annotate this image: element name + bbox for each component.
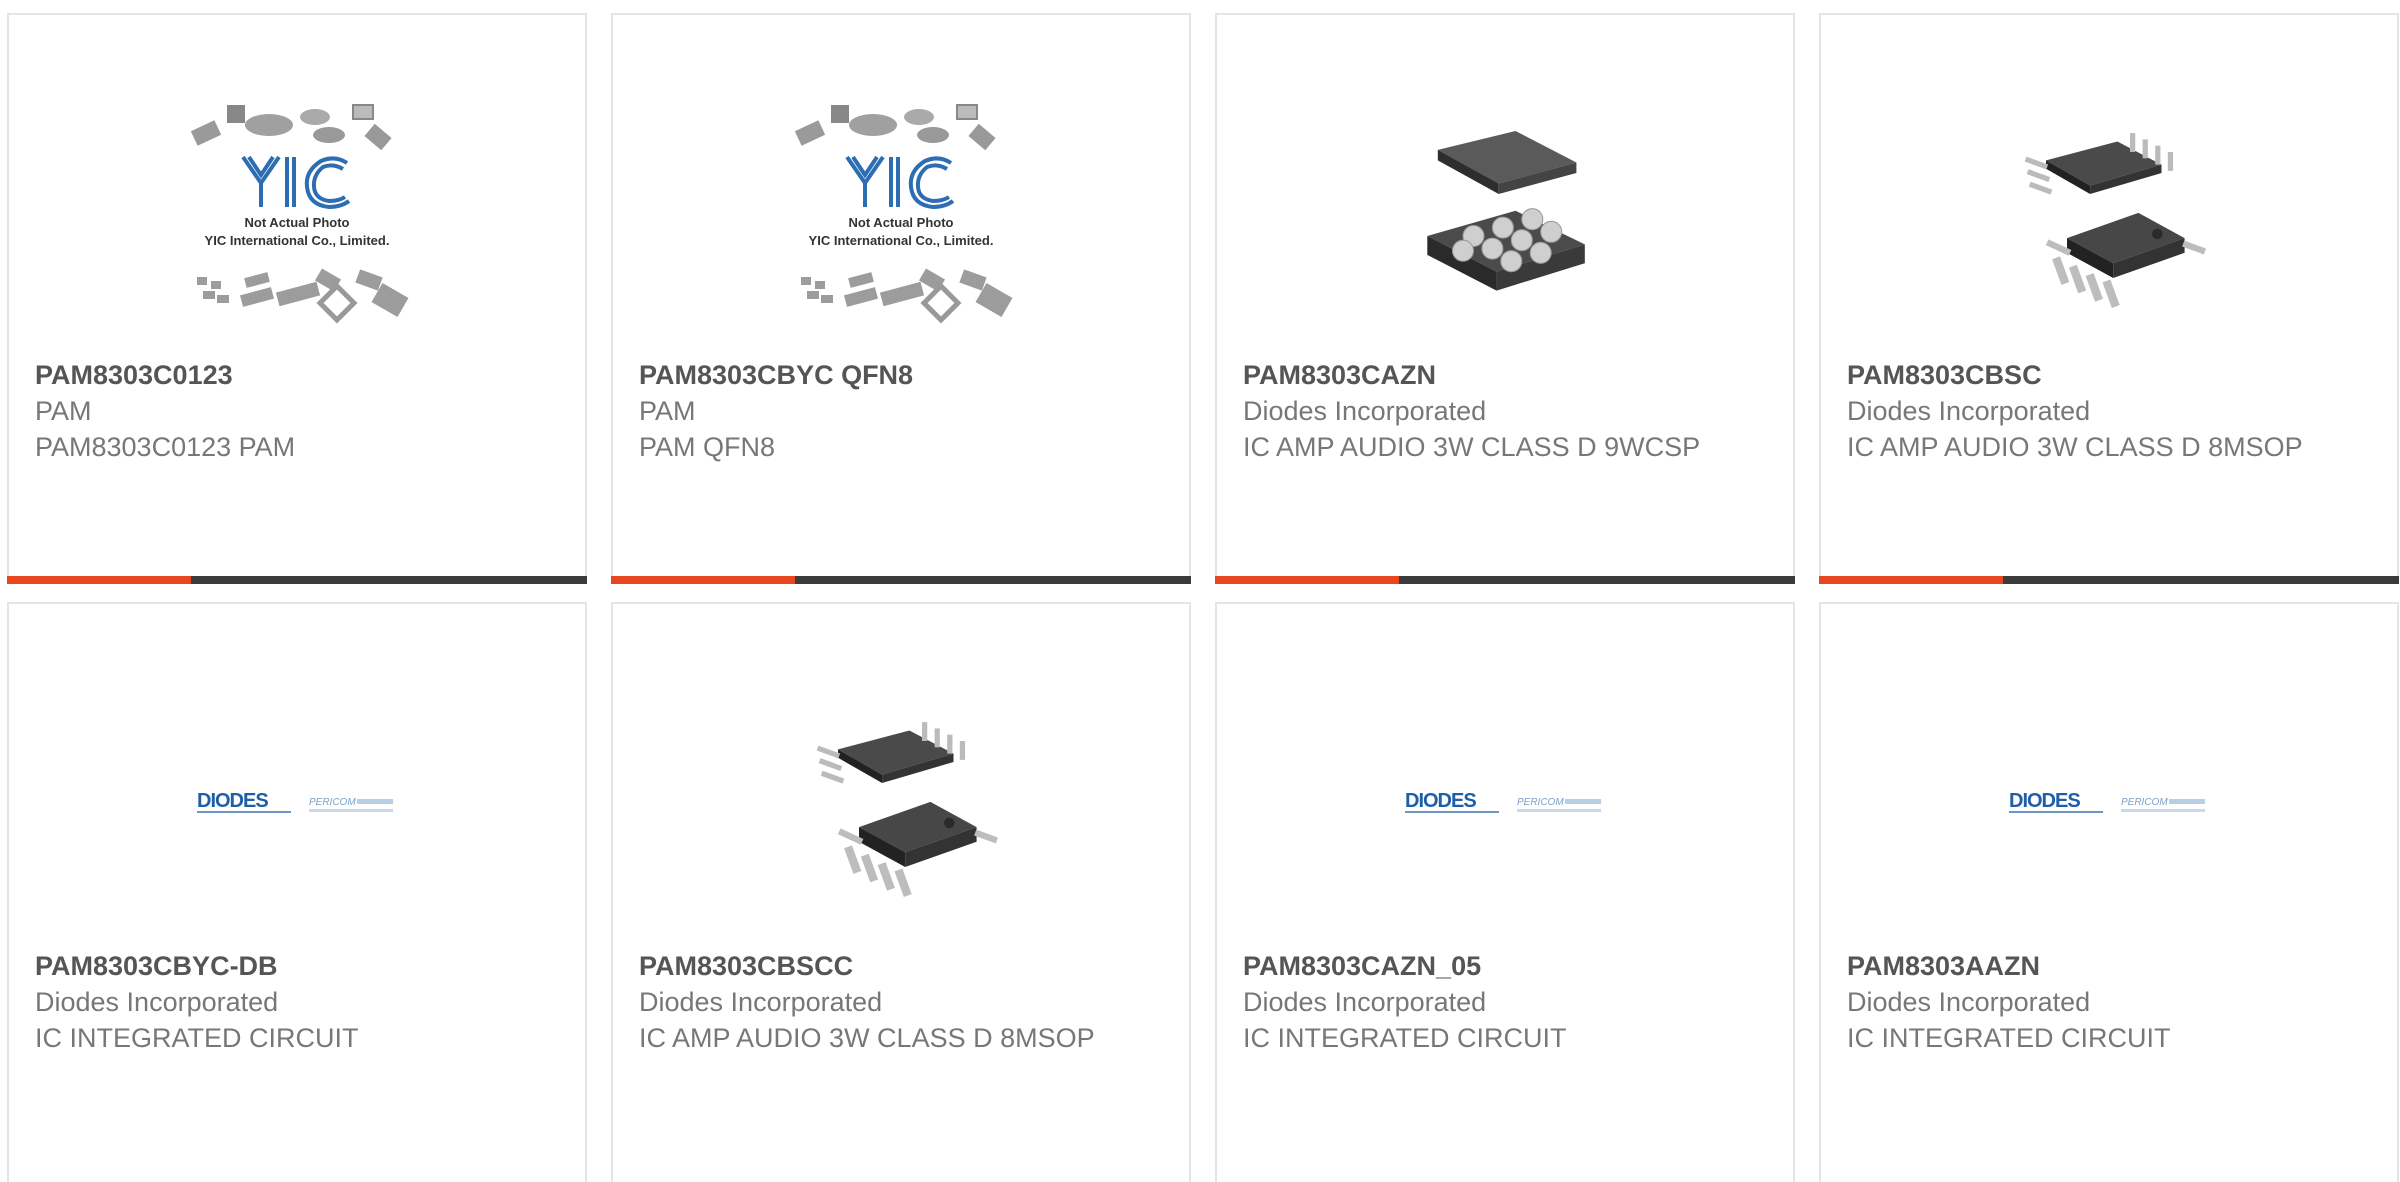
description: IC INTEGRATED CIRCUIT [1243, 1023, 1567, 1053]
description: IC AMP AUDIO 3W CLASS D 8MSOP [639, 1023, 1095, 1053]
card-accent [7, 576, 191, 584]
manufacturer: Diodes Incorporated [35, 987, 279, 1017]
manufacturer: PAM [35, 396, 92, 426]
product-card[interactable]: PAM8303CBYC QFN8 PAM PAM QFN8 [611, 13, 1191, 584]
card-bottom-bar [611, 576, 1191, 584]
part-number[interactable]: PAM8303CBSC [1847, 357, 2377, 393]
description: IC AMP AUDIO 3W CLASS D 8MSOP [1847, 432, 2303, 462]
manufacturer: Diodes Incorporated [1243, 396, 1487, 426]
wcsp-chip-image [1400, 110, 1610, 320]
manufacturer: Diodes Incorporated [639, 987, 883, 1017]
product-card[interactable]: PAM8303CBSC Diodes Incorporated IC AMP A… [1819, 13, 2399, 584]
product-image[interactable] [1821, 664, 2397, 944]
card-accent [1215, 576, 1399, 584]
part-number[interactable]: PAM8303CAZN [1243, 357, 1773, 393]
product-image[interactable] [9, 664, 585, 944]
part-number[interactable]: PAM8303AAZN [1847, 948, 2377, 984]
msop-chip-image [796, 699, 1006, 909]
description: IC INTEGRATED CIRCUIT [35, 1023, 359, 1053]
part-number[interactable]: PAM8303C0123 [35, 357, 565, 393]
product-card[interactable]: PAM8303C0123 PAM PAM8303C0123 PAM [7, 13, 587, 584]
part-number[interactable]: PAM8303CBSCC [639, 948, 1169, 984]
product-card[interactable]: PAM8303CBYC-DB Diodes Incorporated IC IN… [7, 602, 587, 1182]
part-number[interactable]: PAM8303CBYC QFN8 [639, 357, 1169, 393]
card-bottom-bar [1819, 576, 2399, 584]
manufacturer: Diodes Incorporated [1243, 987, 1487, 1017]
card-bottom-bar [7, 576, 587, 584]
product-card[interactable]: PAM8303CBSCC Diodes Incorporated IC AMP … [611, 602, 1191, 1182]
card-bottom-bar [1215, 576, 1795, 584]
product-card[interactable]: PAM8303CAZN_05 Diodes Incorporated IC IN… [1215, 602, 1795, 1182]
product-image[interactable] [1217, 664, 1793, 944]
product-image[interactable] [1217, 75, 1793, 355]
product-image[interactable] [613, 664, 1189, 944]
product-image[interactable] [1821, 75, 2397, 355]
product-image[interactable] [9, 75, 585, 355]
yic-placeholder-image [157, 95, 437, 335]
description: PAM QFN8 [639, 432, 776, 462]
manufacturer: Diodes Incorporated [1847, 987, 2091, 1017]
product-card[interactable]: PAM8303CAZN Diodes Incorporated IC AMP A… [1215, 13, 1795, 584]
description: PAM8303C0123 PAM [35, 432, 296, 462]
msop-chip-image [2004, 110, 2214, 320]
diodes-logo-image [197, 789, 397, 819]
product-image[interactable] [613, 75, 1189, 355]
description: IC AMP AUDIO 3W CLASS D 9WCSP [1243, 432, 1701, 462]
part-number[interactable]: PAM8303CBYC-DB [35, 948, 565, 984]
manufacturer: PAM [639, 396, 696, 426]
card-accent [1819, 576, 2003, 584]
description: IC INTEGRATED CIRCUIT [1847, 1023, 2171, 1053]
part-number[interactable]: PAM8303CAZN_05 [1243, 948, 1773, 984]
product-grid: PAM8303C0123 PAM PAM8303C0123 PAM PAM830… [0, 0, 2400, 1182]
manufacturer: Diodes Incorporated [1847, 396, 2091, 426]
card-accent [611, 576, 795, 584]
diodes-logo-image [1405, 789, 1605, 819]
yic-placeholder-image [761, 95, 1041, 335]
product-card[interactable]: PAM8303AAZN Diodes Incorporated IC INTEG… [1819, 602, 2399, 1182]
diodes-logo-image [2009, 789, 2209, 819]
